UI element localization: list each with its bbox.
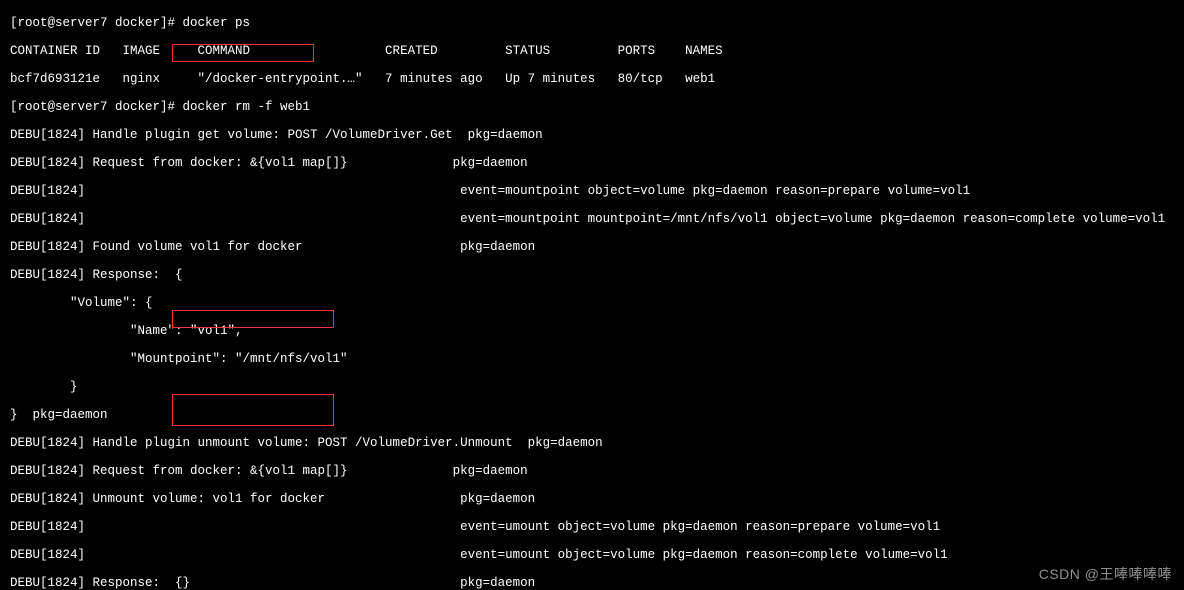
watermark: CSDN @王唪唪唪唪 — [1039, 564, 1172, 584]
output-line: DEBU[1824] Response: { — [10, 268, 1180, 282]
output-line: } — [10, 380, 1180, 394]
output-line: DEBU[1824] event=umount object=volume pk… — [10, 548, 1180, 562]
output-line: DEBU[1824] Request from docker: &{vol1 m… — [10, 156, 1180, 170]
prompt: [root@server7 docker]# — [10, 100, 183, 114]
docker-ps-header: CONTAINER ID IMAGE COMMAND CREATED STATU… — [10, 44, 1180, 58]
output-line: "Mountpoint": "/mnt/nfs/vol1" — [10, 352, 1180, 366]
terminal[interactable]: [root@server7 docker]# docker ps CONTAIN… — [0, 0, 1184, 588]
docker-ps-row: bcf7d693121e nginx "/docker-entrypoint.…… — [10, 72, 1180, 86]
output-line: DEBU[1824] event=umount object=volume pk… — [10, 520, 1180, 534]
output-line: DEBU[1824] event=mountpoint object=volum… — [10, 184, 1180, 198]
output-line: DEBU[1824] Response: {} pkg=daemon — [10, 576, 1180, 590]
output-line: DEBU[1824] Handle plugin get volume: POS… — [10, 128, 1180, 142]
output-line: } pkg=daemon — [10, 408, 1180, 422]
output-line: "Volume": { — [10, 296, 1180, 310]
output-line: DEBU[1824] Unmount volume: vol1 for dock… — [10, 492, 1180, 506]
output-line: DEBU[1824] event=mountpoint mountpoint=/… — [10, 212, 1180, 226]
command-docker-rm: docker rm -f web1 — [183, 100, 311, 114]
command-docker-ps: docker ps — [183, 16, 251, 30]
output-line: "Name": "vol1", — [10, 324, 1180, 338]
output-line: DEBU[1824] Handle plugin unmount volume:… — [10, 436, 1180, 450]
prompt: [root@server7 docker]# — [10, 16, 183, 30]
output-line: DEBU[1824] Request from docker: &{vol1 m… — [10, 464, 1180, 478]
output-line: DEBU[1824] Found volume vol1 for docker … — [10, 240, 1180, 254]
